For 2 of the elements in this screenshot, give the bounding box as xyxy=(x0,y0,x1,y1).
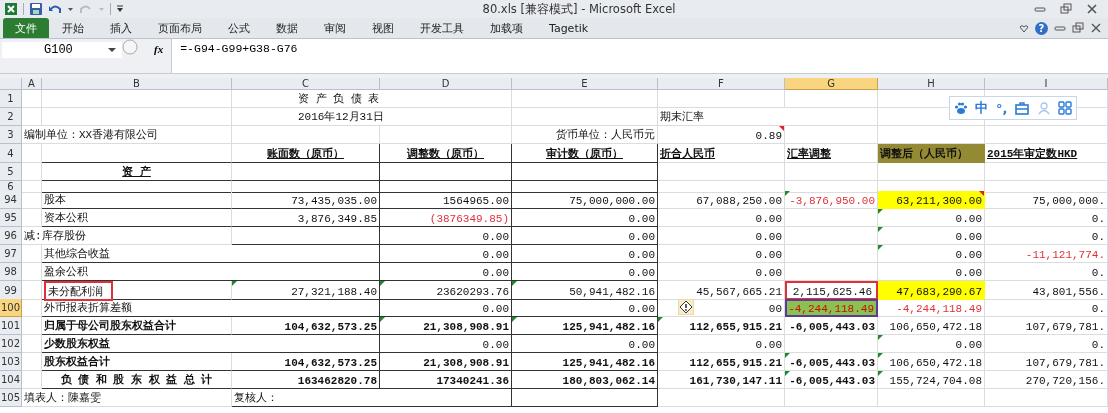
annotation-box: 未分配利润 xyxy=(44,281,113,301)
window-title: 80.xls [兼容模式] - Microsoft Excel xyxy=(481,1,677,17)
